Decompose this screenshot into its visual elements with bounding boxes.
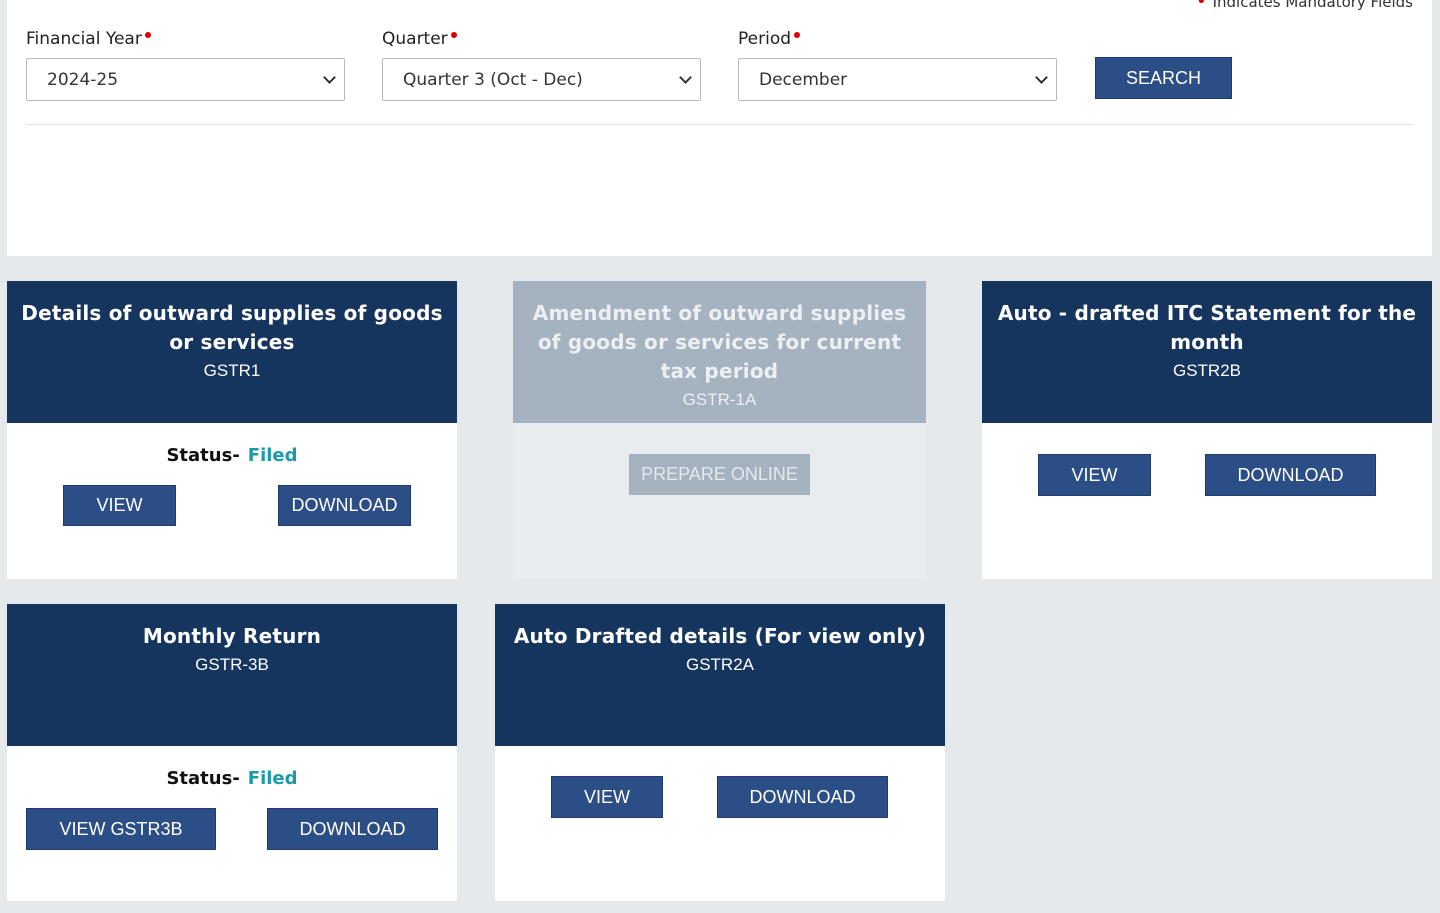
gstr3b-tile: Monthly Return GSTR-3B Status- Filed VIEW… bbox=[7, 604, 457, 901]
tile-title: Auto - drafted ITC Statement for the mon… bbox=[997, 301, 1417, 354]
period-value: December bbox=[759, 69, 848, 90]
gstr1a-tile: Amendment of outward supplies of goods o… bbox=[513, 281, 926, 579]
financial-year-value: 2024-25 bbox=[47, 69, 119, 90]
tile-code: GSTR1 bbox=[203, 361, 261, 380]
quarter-label: Quarter bbox=[382, 28, 701, 52]
gstr1-tile: Details of outward supplies of goods or … bbox=[7, 281, 457, 579]
status-label: Status- bbox=[166, 768, 240, 789]
financial-year-field: Financial Year 2024-25 bbox=[26, 28, 345, 101]
gstr1a-prepare-online-button[interactable]: PREPARE ONLINE bbox=[629, 454, 810, 495]
financial-year-label: Financial Year bbox=[26, 28, 345, 52]
required-dot-icon bbox=[450, 32, 457, 38]
required-dot-icon: • bbox=[1195, 0, 1207, 12]
tile-title: Monthly Return bbox=[142, 624, 322, 648]
gstr2a-tile-header: Auto Drafted details (For view only) GST… bbox=[495, 604, 945, 746]
gstr1-download-button[interactable]: DOWNLOAD bbox=[278, 485, 411, 526]
divider bbox=[26, 124, 1413, 125]
tile-code: GSTR-1A bbox=[682, 390, 757, 409]
tile-title: Details of outward supplies of goods or … bbox=[21, 301, 443, 354]
tile-code: GSTR2B bbox=[1172, 361, 1242, 380]
filter-panel: • Indicates Mandatory Fields Financial Ye… bbox=[7, 0, 1432, 256]
search-button[interactable]: SEARCH bbox=[1095, 57, 1232, 99]
gstr2b-tile-header: Auto - drafted ITC Statement for the mon… bbox=[982, 281, 1432, 423]
quarter-field: Quarter Quarter 3 (Oct - Dec) bbox=[382, 28, 701, 101]
quarter-select[interactable]: Quarter 3 (Oct - Dec) bbox=[382, 58, 701, 101]
gstr2b-tile: Auto - drafted ITC Statement for the mon… bbox=[982, 281, 1432, 579]
gstr1-tile-header: Details of outward supplies of goods or … bbox=[7, 281, 457, 423]
gstr1a-tile-header: Amendment of outward supplies of goods o… bbox=[513, 281, 926, 423]
tile-title: Amendment of outward supplies of goods o… bbox=[532, 301, 907, 383]
required-dot-icon bbox=[794, 32, 801, 38]
period-select[interactable]: December bbox=[738, 58, 1057, 101]
gstr3b-download-button[interactable]: DOWNLOAD bbox=[267, 808, 438, 850]
status-row: Status- Filed bbox=[7, 768, 457, 789]
view-gstr3b-button[interactable]: VIEW GSTR3B bbox=[26, 808, 216, 850]
gstr2a-view-button[interactable]: VIEW bbox=[551, 776, 663, 818]
status-label: Status- bbox=[166, 445, 240, 466]
chevron-down-icon bbox=[323, 71, 336, 84]
mandatory-note: • Indicates Mandatory Fields bbox=[1196, 0, 1413, 12]
chevron-down-icon bbox=[1035, 71, 1048, 84]
chevron-down-icon bbox=[679, 71, 692, 84]
gstr1-view-button[interactable]: VIEW bbox=[63, 485, 176, 526]
gstr2b-download-button[interactable]: DOWNLOAD bbox=[1205, 454, 1376, 496]
period-field: Period December bbox=[738, 28, 1057, 101]
status-badge: Filed bbox=[247, 768, 298, 789]
tile-code: GSTR-3B bbox=[195, 655, 269, 674]
gstr2a-download-button[interactable]: DOWNLOAD bbox=[717, 776, 888, 818]
required-dot-icon bbox=[144, 32, 151, 38]
status-row: Status- Filed bbox=[7, 445, 457, 466]
gstr2a-tile: Auto Drafted details (For view only) GST… bbox=[495, 604, 945, 901]
gstr3b-tile-header: Monthly Return GSTR-3B bbox=[7, 604, 457, 746]
tile-title: Auto Drafted details (For view only) bbox=[513, 624, 927, 648]
gstr2b-view-button[interactable]: VIEW bbox=[1038, 454, 1151, 496]
quarter-value: Quarter 3 (Oct - Dec) bbox=[403, 69, 583, 90]
period-label: Period bbox=[738, 28, 1057, 52]
financial-year-select[interactable]: 2024-25 bbox=[26, 58, 345, 101]
tile-code: GSTR2A bbox=[685, 655, 755, 674]
status-badge: Filed bbox=[247, 445, 298, 466]
